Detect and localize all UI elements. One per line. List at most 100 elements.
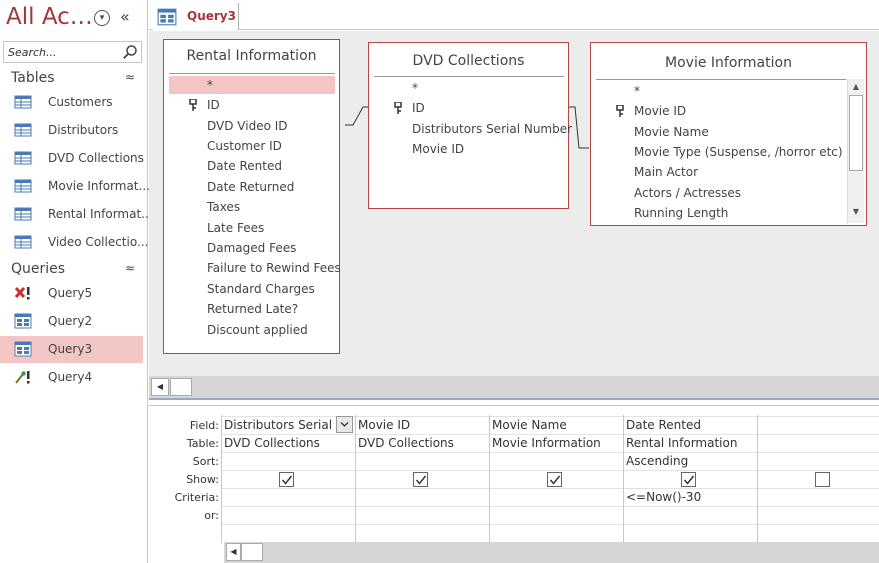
field-date-rented[interactable]: Date Rented: [207, 159, 282, 173]
nav-item-label: Query2: [48, 314, 93, 328]
field-actors-actresses[interactable]: Actors / Actresses: [634, 186, 741, 200]
scrollbar-thumb[interactable]: [241, 543, 263, 561]
table-icon: [14, 207, 32, 221]
row-label-criteria: Criteria:: [174, 491, 219, 504]
field-list-title[interactable]: DVD Collections: [369, 53, 568, 69]
nav-item-rental-information[interactable]: Rental Informat...: [0, 201, 153, 228]
search-input[interactable]: [4, 42, 116, 62]
grid-column-divider: [757, 415, 758, 543]
grid-cell-field[interactable]: Movie ID: [358, 418, 486, 432]
nav-item-video-collections[interactable]: Video Collectio...: [0, 229, 148, 256]
group-header-tables[interactable]: Tables ≈: [11, 70, 135, 86]
show-checkbox[interactable]: [681, 472, 696, 487]
nav-item-movie-information[interactable]: Movie Informat...: [0, 173, 150, 200]
nav-item-label: Movie Informat...: [48, 179, 150, 193]
pane-splitter[interactable]: [149, 398, 879, 406]
grid-cell-table[interactable]: DVD Collections: [358, 436, 486, 450]
field-dropdown-button[interactable]: [336, 416, 353, 433]
search-icon[interactable]: [122, 44, 138, 60]
query-design-area: Rental Information * ID DVD Video ID Cus…: [149, 31, 879, 376]
group-header-queries[interactable]: Queries ≈: [11, 261, 135, 277]
group-label: Tables: [11, 70, 55, 86]
checkmark-icon: [281, 475, 293, 485]
checkmark-icon: [683, 475, 695, 485]
grid-line: [222, 470, 879, 471]
field-main-actor[interactable]: Main Actor: [634, 165, 698, 179]
show-checkbox[interactable]: [413, 472, 428, 487]
grid-cell-table[interactable]: Movie Information: [492, 436, 620, 450]
nav-item-distributors[interactable]: Distributors: [0, 117, 143, 144]
selected-field-highlight: [169, 76, 335, 94]
field-movie-name[interactable]: Movie Name: [634, 125, 709, 139]
nav-item-query3[interactable]: Query3: [0, 336, 143, 363]
table-icon: [14, 123, 32, 137]
field-dvd-video-id[interactable]: DVD Video ID: [207, 119, 288, 133]
grid-horizontal-scrollbar[interactable]: ◀: [224, 542, 879, 563]
nav-item-query5[interactable]: Query5: [0, 280, 143, 307]
field-running-length[interactable]: Running Length: [634, 206, 728, 220]
grid-cell-field[interactable]: Distributors Serial N: [224, 418, 338, 432]
scrollbar-thumb[interactable]: [170, 378, 192, 396]
field-all[interactable]: *: [634, 84, 640, 98]
grid-cell-sort[interactable]: Ascending: [626, 454, 754, 468]
field-id[interactable]: ID: [412, 101, 425, 115]
grid-cell-table[interactable]: DVD Collections: [224, 436, 354, 450]
grid-line: [222, 452, 879, 453]
row-label-or: or:: [204, 509, 219, 522]
field-standard-charges[interactable]: Standard Charges: [207, 282, 315, 296]
field-movie-type[interactable]: Movie Type (Suspense, /horror etc): [634, 145, 843, 159]
field-list-title[interactable]: Movie Information: [591, 55, 866, 71]
show-checkbox[interactable]: [547, 472, 562, 487]
nav-pane-title[interactable]: All Ac…: [6, 4, 93, 30]
collapse-pane-icon[interactable]: «: [120, 7, 130, 26]
primary-key-icon: [189, 99, 197, 111]
tab-query3[interactable]: Query3: [153, 3, 239, 30]
field-all[interactable]: *: [207, 78, 213, 92]
field-late-fees[interactable]: Late Fees: [207, 221, 264, 235]
field-list-scrollbar[interactable]: ▲ ▼: [847, 79, 864, 223]
nav-item-label: Query3: [48, 342, 93, 356]
field-list-dvd-collections[interactable]: DVD Collections * ID Distributors Serial…: [368, 42, 572, 209]
grid-cell-criteria[interactable]: <=Now()-30: [626, 490, 754, 504]
field-movie-id[interactable]: Movie ID: [412, 142, 464, 156]
collapse-group-icon: ≈: [124, 261, 135, 275]
nav-item-query4[interactable]: Query4: [0, 364, 143, 391]
field-movie-id[interactable]: Movie ID: [634, 104, 686, 118]
scroll-up-icon[interactable]: ▲: [848, 82, 864, 91]
nav-item-query2[interactable]: Query2: [0, 308, 143, 335]
grid-cell-table[interactable]: Rental Information: [626, 436, 754, 450]
field-list-rental-information[interactable]: Rental Information * ID DVD Video ID Cus…: [163, 39, 341, 354]
checkmark-icon: [415, 475, 427, 485]
scroll-left-icon[interactable]: ◀: [226, 543, 241, 561]
nav-item-customers[interactable]: Customers: [0, 89, 143, 116]
design-horizontal-scrollbar[interactable]: ◀: [149, 376, 879, 398]
field-list-title[interactable]: Rental Information: [164, 48, 339, 64]
show-checkbox[interactable]: [279, 472, 294, 487]
collapse-group-icon: ≈: [124, 70, 135, 84]
field-all[interactable]: *: [412, 81, 418, 95]
field-taxes[interactable]: Taxes: [207, 200, 240, 214]
update-query-icon: [15, 371, 30, 384]
nav-menu-dropdown-icon[interactable]: ▾: [94, 10, 110, 26]
grid-column-divider: [221, 415, 222, 543]
grid-line: [222, 416, 879, 417]
grid-cell-field[interactable]: Date Rented: [626, 418, 754, 432]
field-damaged-fees[interactable]: Damaged Fees: [207, 241, 296, 255]
field-distributors-serial-number[interactable]: Distributors Serial Number: [412, 122, 572, 136]
scroll-left-icon[interactable]: ◀: [151, 378, 169, 396]
field-id[interactable]: ID: [207, 98, 220, 112]
field-date-returned[interactable]: Date Returned: [207, 180, 294, 194]
nav-item-label: Distributors: [48, 123, 119, 137]
field-discount-applied[interactable]: Discount applied: [207, 323, 308, 337]
field-returned-late[interactable]: Returned Late?: [207, 302, 298, 316]
scrollbar-thumb[interactable]: [849, 95, 863, 171]
field-list-movie-information[interactable]: Movie Information * Movie ID Movie Name …: [590, 42, 867, 226]
grid-cell-field[interactable]: Movie Name: [492, 418, 620, 432]
grid-line: [222, 506, 879, 507]
nav-item-dvd-collections[interactable]: DVD Collections: [0, 145, 144, 172]
scroll-down-icon[interactable]: ▼: [848, 207, 864, 216]
chevron-down-icon: [340, 422, 349, 427]
field-customer-id[interactable]: Customer ID: [207, 139, 282, 153]
field-failure-to-rewind-fees[interactable]: Failure to Rewind Fees: [207, 261, 341, 275]
show-checkbox[interactable]: [815, 472, 830, 487]
